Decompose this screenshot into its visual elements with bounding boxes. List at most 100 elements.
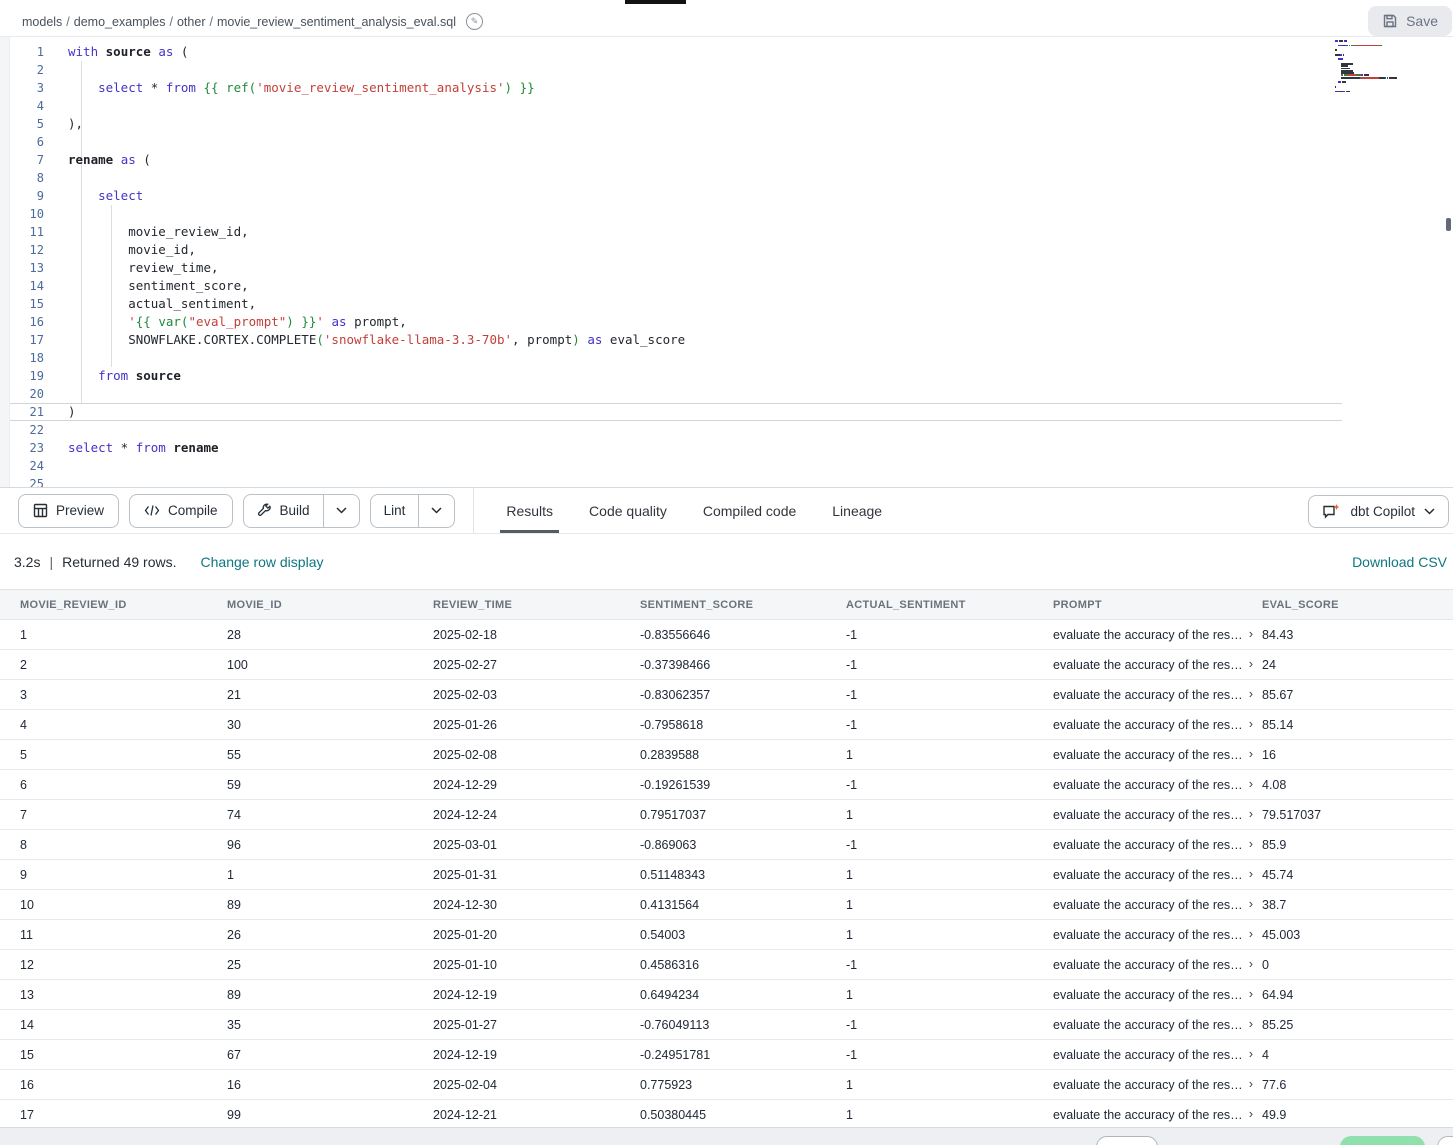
code-line[interactable]: 10 bbox=[10, 205, 1342, 223]
expand-cell-icon[interactable]: › bbox=[1249, 927, 1253, 941]
table-row[interactable]: 14352025-01-27-0.76049113-1evaluate the … bbox=[0, 1010, 1453, 1040]
expand-cell-icon[interactable]: › bbox=[1249, 747, 1253, 761]
build-dropdown-button[interactable] bbox=[323, 495, 359, 527]
sql-code-editor[interactable]: 1with source as (23 select * from {{ ref… bbox=[0, 37, 1453, 487]
expand-cell-icon[interactable]: › bbox=[1249, 807, 1253, 821]
table-row[interactable]: 1282025-02-18-0.83556646-1evaluate the a… bbox=[0, 620, 1453, 650]
bottom-partial-button[interactable] bbox=[1096, 1136, 1158, 1145]
code-line[interactable]: 24 bbox=[10, 457, 1342, 475]
compile-button[interactable]: Compile bbox=[129, 494, 233, 528]
code-line[interactable]: 11 movie_review_id, bbox=[10, 223, 1342, 241]
code-line[interactable]: 19 from source bbox=[10, 367, 1342, 385]
bottom-partial-control[interactable] bbox=[1437, 1136, 1453, 1145]
table-row[interactable]: 10892024-12-300.41315641evaluate the acc… bbox=[0, 890, 1453, 920]
table-row[interactable]: 912025-01-310.511483431evaluate the accu… bbox=[0, 860, 1453, 890]
tab-results[interactable]: Results bbox=[488, 488, 571, 533]
lint-button[interactable]: Lint bbox=[371, 495, 419, 527]
expand-cell-icon[interactable]: › bbox=[1249, 777, 1253, 791]
code-line[interactable]: 25 bbox=[10, 475, 1342, 487]
chevron-down-icon bbox=[336, 507, 347, 514]
code-line[interactable]: 4 bbox=[10, 97, 1342, 115]
breadcrumb-item[interactable]: models bbox=[22, 15, 62, 29]
table-row[interactable]: 13892024-12-190.64942341evaluate the acc… bbox=[0, 980, 1453, 1010]
prompt-preview-text: evaluate the accuracy of the res… bbox=[1053, 1048, 1243, 1062]
code-line-text: sentiment_score, bbox=[68, 277, 249, 295]
table-row[interactable]: 15672024-12-19-0.24951781-1evaluate the … bbox=[0, 1040, 1453, 1070]
expand-cell-icon[interactable]: › bbox=[1249, 867, 1253, 881]
expand-cell-icon[interactable]: › bbox=[1249, 627, 1253, 641]
table-row[interactable]: 6592024-12-29-0.19261539-1evaluate the a… bbox=[0, 770, 1453, 800]
table-row[interactable]: 11262025-01-200.540031evaluate the accur… bbox=[0, 920, 1453, 950]
editor-minimap[interactable] bbox=[1335, 40, 1435, 97]
tab-compiled-code[interactable]: Compiled code bbox=[685, 488, 814, 533]
line-number: 2 bbox=[10, 61, 44, 79]
code-line[interactable]: 12 movie_id, bbox=[10, 241, 1342, 259]
expand-cell-icon[interactable]: › bbox=[1249, 837, 1253, 851]
save-button[interactable]: Save bbox=[1368, 6, 1452, 36]
expand-cell-icon[interactable]: › bbox=[1249, 687, 1253, 701]
download-csv-link[interactable]: Download CSV bbox=[1352, 554, 1447, 570]
line-number: 25 bbox=[10, 475, 44, 487]
expand-cell-icon[interactable]: › bbox=[1249, 1107, 1253, 1121]
breadcrumb-item[interactable]: demo_examples bbox=[74, 15, 166, 29]
code-line[interactable]: 6 bbox=[10, 133, 1342, 151]
preview-button[interactable]: Preview bbox=[18, 494, 119, 528]
table-row[interactable]: 12252025-01-100.4586316-1evaluate the ac… bbox=[0, 950, 1453, 980]
code-line[interactable]: 8 bbox=[10, 169, 1342, 187]
expand-cell-icon[interactable]: › bbox=[1249, 957, 1253, 971]
expand-cell-icon[interactable]: › bbox=[1249, 657, 1253, 671]
dbt-copilot-button[interactable]: dbt Copilot bbox=[1308, 495, 1449, 528]
table-row[interactable]: 7742024-12-240.795170371evaluate the acc… bbox=[0, 800, 1453, 830]
code-line-text: actual_sentiment, bbox=[68, 295, 256, 313]
expand-cell-icon[interactable]: › bbox=[1249, 897, 1253, 911]
table-row[interactable]: 17992024-12-210.503804451evaluate the ac… bbox=[0, 1100, 1453, 1130]
code-line[interactable]: 20 bbox=[10, 385, 1342, 403]
table-row[interactable]: 3212025-02-03-0.83062357-1evaluate the a… bbox=[0, 680, 1453, 710]
table-row[interactable]: 4302025-01-26-0.7958618-1evaluate the ac… bbox=[0, 710, 1453, 740]
code-line[interactable]: 2 bbox=[10, 61, 1342, 79]
cell-movie_id: 67 bbox=[227, 1048, 433, 1062]
code-line[interactable]: 17 SNOWFLAKE.CORTEX.COMPLETE('snowflake-… bbox=[10, 331, 1342, 349]
code-line[interactable]: 7rename as ( bbox=[10, 151, 1342, 169]
code-line[interactable]: 18 bbox=[10, 349, 1342, 367]
cell-movie_id: 16 bbox=[227, 1078, 433, 1092]
table-row[interactable]: 8962025-03-01-0.869063-1evaluate the acc… bbox=[0, 830, 1453, 860]
expand-cell-icon[interactable]: › bbox=[1249, 1077, 1253, 1091]
cell-movie_review_id: 14 bbox=[20, 1018, 227, 1032]
editor-scrollbar-thumb[interactable] bbox=[1446, 218, 1451, 231]
code-line[interactable]: 13 review_time, bbox=[10, 259, 1342, 277]
table-row[interactable]: 21002025-02-27-0.37398466-1evaluate the … bbox=[0, 650, 1453, 680]
rows-returned-text: Returned 49 rows. bbox=[62, 554, 176, 570]
table-row[interactable]: 16162025-02-040.7759231evaluate the accu… bbox=[0, 1070, 1453, 1100]
code-line[interactable]: 16 '{{ var("eval_prompt") }}' as prompt, bbox=[10, 313, 1342, 331]
build-button[interactable]: Build bbox=[244, 495, 323, 527]
code-line[interactable]: 21) bbox=[10, 403, 1342, 421]
code-line[interactable]: 22 bbox=[10, 421, 1342, 439]
line-number: 18 bbox=[10, 349, 44, 367]
expand-cell-icon[interactable]: › bbox=[1249, 1047, 1253, 1061]
cell-movie_review_id: 8 bbox=[20, 838, 227, 852]
expand-cell-icon[interactable]: › bbox=[1249, 1017, 1253, 1031]
code-line[interactable]: 5), bbox=[10, 115, 1342, 133]
cell-movie_id: 35 bbox=[227, 1018, 433, 1032]
tab-code-quality[interactable]: Code quality bbox=[571, 488, 685, 533]
code-line[interactable]: 1with source as ( bbox=[10, 43, 1342, 61]
breadcrumb-item[interactable]: movie_review_sentiment_analysis_eval.sql bbox=[217, 15, 456, 29]
tab-lineage[interactable]: Lineage bbox=[814, 488, 900, 533]
code-line[interactable]: 14 sentiment_score, bbox=[10, 277, 1342, 295]
bottom-partial-green-badge[interactable] bbox=[1340, 1136, 1425, 1145]
expand-cell-icon[interactable]: › bbox=[1249, 987, 1253, 1001]
lint-dropdown-button[interactable] bbox=[418, 495, 454, 527]
code-line[interactable]: 3 select * from {{ ref('movie_review_sen… bbox=[10, 79, 1342, 97]
cell-prompt: evaluate the accuracy of the res…› bbox=[1053, 717, 1262, 732]
change-row-display-link[interactable]: Change row display bbox=[201, 554, 324, 570]
cell-sentiment_score: 0.775923 bbox=[640, 1078, 846, 1092]
table-row[interactable]: 5552025-02-080.28395881evaluate the accu… bbox=[0, 740, 1453, 770]
code-line[interactable]: 23select * from rename bbox=[10, 439, 1342, 457]
code-line[interactable]: 15 actual_sentiment, bbox=[10, 295, 1342, 313]
code-line[interactable]: 9 select bbox=[10, 187, 1342, 205]
prompt-preview-text: evaluate the accuracy of the res… bbox=[1053, 928, 1243, 942]
breadcrumb-item[interactable]: other bbox=[177, 15, 206, 29]
expand-cell-icon[interactable]: › bbox=[1249, 717, 1253, 731]
query-duration: 3.2s bbox=[14, 554, 40, 570]
